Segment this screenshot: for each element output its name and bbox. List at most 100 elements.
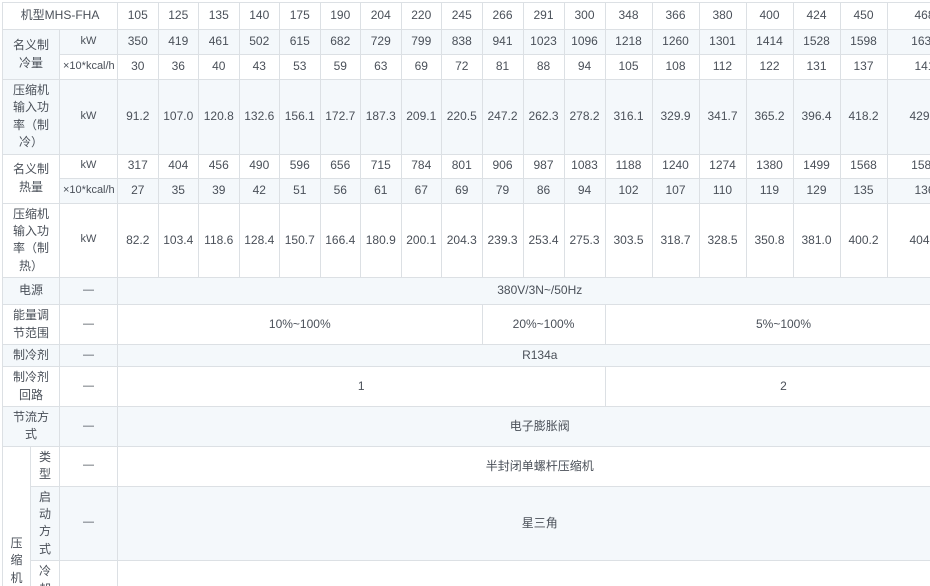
row-heating-capacity-kcal: ×10*kcal/h 27353942515661676979869410210… (3, 178, 930, 203)
unit-cell-kw: kW (60, 80, 118, 155)
value-cell: 39 (199, 178, 240, 203)
row-throttling: 节流方式 — 电子膨胀阀 (3, 407, 930, 447)
row-label-refrigerant-circuits: 制冷剂回路 (3, 367, 60, 407)
value-cell: 316.1 (605, 80, 652, 155)
value-cell: 119 (746, 178, 793, 203)
value-cell: 125 (158, 3, 199, 30)
value-cell: 204.3 (442, 203, 483, 278)
value-cell: 987 (523, 154, 564, 178)
value-cell: 328.5 (699, 203, 746, 278)
row-label-compressor-type: 类型 (31, 446, 60, 486)
value-cell: 615 (280, 30, 321, 55)
value-compressor-cooling: 制冷剂冷却 (118, 561, 930, 586)
value-cell: 72 (442, 55, 483, 80)
value-cell: 35 (158, 178, 199, 203)
row-label-compressor-cooling: 冷却方式 (31, 561, 60, 586)
value-cell: 187.3 (361, 80, 402, 155)
value-cell: 135 (199, 3, 240, 30)
value-capacity-range-2: 20%~100% (482, 305, 605, 345)
spec-table-viewport: 机型MHS-FHA 105125135140175190204220245266… (0, 0, 930, 586)
value-cell: 838 (442, 30, 483, 55)
value-cell: 220 (401, 3, 442, 30)
row-compressor-cooling-mode: 冷却方式 — 制冷剂冷却 (3, 561, 930, 586)
value-cell: 291 (523, 3, 564, 30)
value-cell: 380 (699, 3, 746, 30)
value-cell: 1499 (793, 154, 840, 178)
unit-cell-dash: — (60, 367, 118, 407)
value-cell: 1274 (699, 154, 746, 178)
value-cell: 67 (401, 178, 442, 203)
value-cell: 131 (793, 55, 840, 80)
value-cell: 82.2 (118, 203, 159, 278)
value-capacity-range-1: 10%~100% (118, 305, 483, 345)
row-models: 机型MHS-FHA 105125135140175190204220245266… (3, 3, 930, 30)
value-cell: 120.8 (199, 80, 240, 155)
value-cell: 105 (118, 3, 159, 30)
value-cell: 429.8 (887, 80, 930, 155)
value-cell: 1414 (746, 30, 793, 55)
value-cell: 784 (401, 154, 442, 178)
row-power-supply: 电源 — 380V/3N~/50Hz (3, 278, 930, 305)
value-cell: 135 (840, 178, 887, 203)
value-cell: 400.2 (840, 203, 887, 278)
value-cell: 30 (118, 55, 159, 80)
value-cell: 112 (699, 55, 746, 80)
value-cell: 69 (401, 55, 442, 80)
value-cell: 253.4 (523, 203, 564, 278)
value-cell: 1218 (605, 30, 652, 55)
unit-cell-dash: — (60, 407, 118, 447)
value-cell: 365.2 (746, 80, 793, 155)
value-cell: 27 (118, 178, 159, 203)
value-cell: 729 (361, 30, 402, 55)
value-cell: 1528 (793, 30, 840, 55)
row-heating-capacity-kw: 名义制热量 kW 3174044564905966567157848019069… (3, 154, 930, 178)
value-cell: 172.7 (320, 80, 361, 155)
value-cell: 1023 (523, 30, 564, 55)
value-cell: 105 (605, 55, 652, 80)
value-cell: 266 (482, 3, 523, 30)
value-cell: 128.4 (239, 203, 280, 278)
value-cell: 247.2 (482, 80, 523, 155)
value-cell: 190 (320, 3, 361, 30)
value-cell: 175 (280, 3, 321, 30)
value-cell: 941 (482, 30, 523, 55)
value-cell: 200.1 (401, 203, 442, 278)
row-label-capacity-range: 能量调节范围 (3, 305, 60, 345)
unit-cell-dash: — (60, 278, 118, 305)
value-cell: 61 (361, 178, 402, 203)
value-cell: 350 (118, 30, 159, 55)
value-cell: 122 (746, 55, 793, 80)
value-cell: 341.7 (699, 80, 746, 155)
value-cell: 1568 (840, 154, 887, 178)
row-label-refrigerant: 制冷剂 (3, 344, 60, 366)
value-cell: 799 (401, 30, 442, 55)
value-cell: 94 (564, 55, 605, 80)
row-label-compressor-start: 启动方式 (31, 486, 60, 561)
value-cell: 1240 (652, 154, 699, 178)
value-cell: 103.4 (158, 203, 199, 278)
value-cell: 129 (793, 178, 840, 203)
row-refrigerant: 制冷剂 — R134a (3, 344, 930, 366)
value-circuits-2: 2 (605, 367, 930, 407)
value-compressor-type: 半封闭单螺杆压缩机 (118, 446, 930, 486)
value-cell: 1598 (840, 30, 887, 55)
value-cell: 69 (442, 178, 483, 203)
value-cell: 381.0 (793, 203, 840, 278)
value-cell: 91.2 (118, 80, 159, 155)
value-cell: 53 (280, 55, 321, 80)
unit-cell-dash: — (60, 561, 118, 586)
value-compressor-start: 星三角 (118, 486, 930, 561)
value-cell: 132.6 (239, 80, 280, 155)
value-cell: 81 (482, 55, 523, 80)
row-refrigerant-circuits: 制冷剂回路 — 1 2 (3, 367, 930, 407)
value-cell: 1301 (699, 30, 746, 55)
value-cell: 136 (887, 178, 930, 203)
row-label-heating-capacity: 名义制热量 (3, 154, 60, 203)
value-cell: 1083 (564, 154, 605, 178)
value-cell: 468 (887, 3, 930, 30)
value-power-supply: 380V/3N~/50Hz (118, 278, 930, 305)
unit-cell-kw: kW (60, 154, 118, 178)
group-label-compressor: 压缩机 (3, 446, 31, 586)
value-cell: 245 (442, 3, 483, 30)
value-cell: 59 (320, 55, 361, 80)
